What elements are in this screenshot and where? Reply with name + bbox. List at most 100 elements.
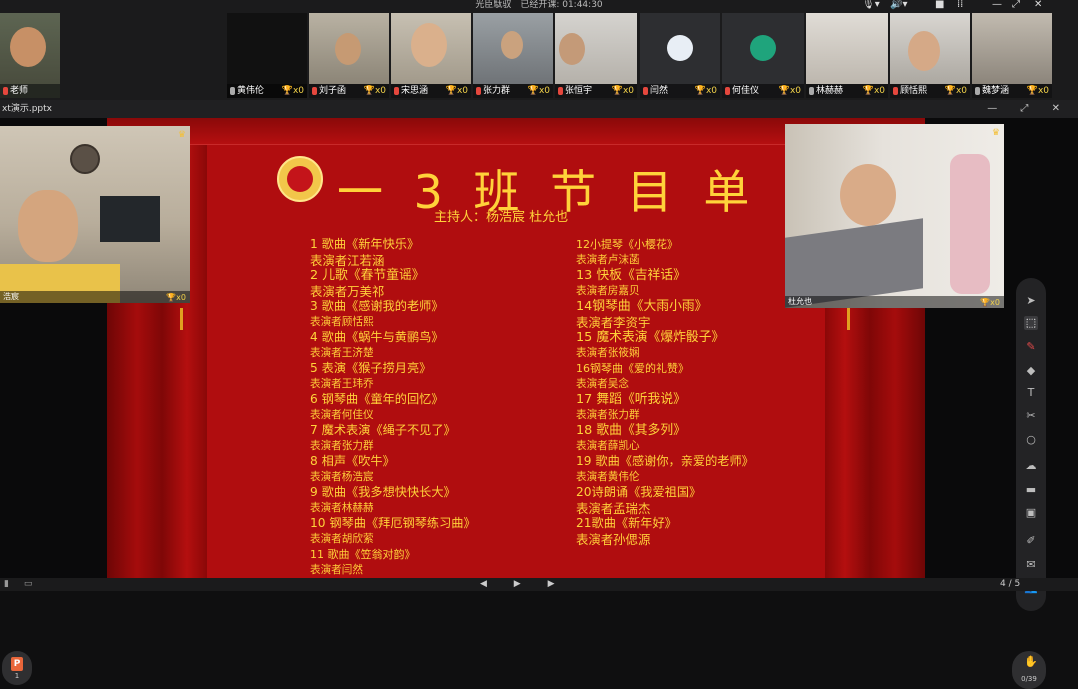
performer: 表演者房嘉贝 [576, 284, 640, 297]
program-item: 19 歌曲《感谢你，亲爱的老师》 [576, 454, 754, 468]
participant-tile[interactable]: 闫然 🏆x0 [640, 13, 720, 98]
participant-tile[interactable]: 宋思涵 🏆x0 [391, 13, 471, 98]
program-item: 2 儿歌《春节童谣》 [310, 268, 425, 283]
save-icon[interactable]: ▣ [1024, 506, 1038, 520]
program-item: 17 舞蹈《听我说》 [576, 392, 686, 407]
performer: 表演者王济楚 [310, 346, 374, 359]
performer: 表演者万美祁 [310, 283, 385, 299]
slide-page-indicator: 4 / 5 [1000, 579, 1021, 589]
document-titlebar: xt演示.pptx — ⤢ ✕ [0, 100, 1078, 118]
lantern-decoration [847, 308, 850, 330]
program-item: 1 歌曲《新年快乐》 [310, 237, 420, 251]
hand-icon: ✋ [1024, 655, 1038, 668]
camera-icon[interactable]: ■ [935, 0, 944, 10]
program-item: 7 魔术表演《绳子不见了》 [310, 423, 456, 437]
doc-close-button[interactable]: ✕ [1052, 103, 1070, 114]
mic-muted-icon [3, 87, 8, 95]
program-item: 18 歌曲《其多列》 [576, 423, 686, 438]
participant-tile[interactable]: 顾恬熙 🏆x0 [890, 13, 970, 98]
participant-name: 浩宸 [3, 292, 19, 301]
eraser-icon[interactable]: ◆ [1024, 364, 1038, 378]
performer: 表演者黄伟伦 [576, 470, 640, 483]
participant-tile[interactable]: 魏梦涵 🏆x0 [972, 13, 1052, 98]
chat-icon[interactable]: ✉ [1024, 558, 1038, 572]
trophy-icon: 🏆x0 [281, 86, 304, 96]
participant-tile[interactable]: 黄伟伦 🏆x0 [227, 13, 307, 98]
document-title: xt演示.pptx [2, 104, 52, 114]
program-item: 14钢琴曲《大雨小雨》 [576, 299, 708, 314]
ppt-icon: P [11, 657, 23, 671]
person [18, 190, 78, 262]
doc-maximize-button[interactable]: ⤢ [1020, 103, 1038, 114]
school-emblem-icon [277, 156, 323, 202]
speaker-icon[interactable]: 🔊▾ [890, 0, 907, 10]
select-icon[interactable]: ⬚ [1024, 316, 1038, 330]
program-item: 21歌曲《新年好》 [576, 516, 677, 530]
program-item: 9 歌曲《我多想快快长大》 [310, 485, 456, 499]
class-status: 光臣駄驭 已经开课: 01:44:30 [475, 0, 603, 10]
performer: 表演者顾恬熙 [310, 315, 374, 328]
layout-icons[interactable]: ▮ ▭ [4, 578, 38, 591]
participant-tile[interactable]: 老师 [0, 13, 60, 98]
bottom-toolbar: ▮ ▭ ◀ ▶ ▶ 4 / 5 [0, 578, 1078, 591]
webcam-window-right[interactable]: ♛ 杜允也 🏆x0 [785, 124, 1004, 308]
program-item: 8 相声《吹牛》 [310, 454, 395, 468]
performer: 表演者闫然 [310, 563, 363, 576]
doc-minimize-button[interactable]: — [987, 103, 1007, 114]
page-counter-button[interactable]: ✋ 0/39 [1012, 651, 1046, 689]
shape-icon[interactable]: ○ [1024, 433, 1038, 447]
performer: 表演者江若涵 [310, 252, 385, 268]
text-icon[interactable]: T [1024, 386, 1038, 400]
avatar [750, 35, 776, 61]
program-item: 12小提琴《小樱花》 [576, 238, 678, 251]
program-item: 16钢琴曲《爱的礼赞》 [576, 362, 689, 375]
minimize-button[interactable]: — [992, 0, 1002, 10]
participant-tile[interactable]: 林赫赫 🏆x0 [806, 13, 888, 98]
trophy-icon: 🏆x0 [980, 298, 1000, 307]
participant-tile[interactable]: 刘子函 🏆x0 [309, 13, 389, 98]
paper-sheet [785, 218, 923, 308]
performer: 表演者杨浩宸 [310, 470, 374, 483]
slide-navigation[interactable]: ◀ ▶ ▶ [480, 578, 567, 591]
ppt-file-badge[interactable]: P 1 [2, 651, 32, 685]
program-item: 20诗朗诵《我爱祖国》 [576, 485, 702, 499]
crown-icon: ♛ [991, 128, 1000, 138]
trophy-icon: 🏆x0 [166, 293, 186, 302]
bottle [950, 154, 990, 294]
scissors-icon[interactable]: ✂ [1024, 409, 1038, 423]
close-button[interactable]: ✕ [1034, 0, 1042, 10]
program-list-left: 1 歌曲《新年快乐》 表演者江若涵 2 儿歌《春节童谣》 表演者万美祁 3 歌曲… [310, 237, 476, 578]
cloud-icon[interactable]: ☁ [1024, 459, 1038, 473]
avatar [667, 35, 693, 61]
lantern-decoration [180, 308, 183, 330]
grid-icon[interactable]: ⁞⁞ [957, 0, 963, 10]
program-item: 13 快板《吉祥话》 [576, 268, 686, 283]
performer: 表演者胡欣萦 [310, 532, 374, 545]
maximize-button[interactable]: ⤢ [1012, 0, 1020, 10]
performer: 表演者薛凯心 [576, 439, 640, 452]
mic-icon[interactable]: 🎙▾ [862, 0, 880, 10]
performer: 表演者张力群 [576, 408, 640, 421]
performer: 表演者吴念 [576, 377, 629, 390]
performer: 表演者卢沫菡 [576, 253, 640, 266]
wall-clock [70, 144, 100, 174]
presentation-stage: 一 3 班 节 目 单 主持人：杨浩宸 杜允也 1 歌曲《新年快乐》 表演者江若… [0, 118, 1078, 689]
program-item: 3 歌曲《感谢我的老师》 [310, 299, 444, 313]
toolbox-icon[interactable]: ▬ [1024, 483, 1038, 497]
participant-name: 杜允也 [788, 297, 812, 306]
program-item: 6 钢琴曲《童年的回忆》 [310, 392, 444, 406]
program-item: 15 魔术表演《爆炸骰子》 [576, 330, 725, 345]
pointer-icon[interactable]: ➤ [1024, 294, 1038, 308]
edit-icon[interactable]: ✐ [1024, 534, 1038, 548]
performer: 表演者张力群 [310, 439, 374, 452]
performer: 表演者王玮乔 [310, 377, 374, 390]
pen-icon[interactable]: ✎ [1024, 340, 1038, 354]
participant-tile[interactable]: 何佳仪 🏆x0 [722, 13, 804, 98]
participant-tile[interactable]: 张恒宇 🏆x0 [555, 13, 637, 98]
annotation-toolbar: ➤ ⬚ ✎ ◆ T ✂ ○ ☁ ▬ ▣ ✐ ✉ 👥 [1016, 278, 1046, 611]
performer: 表演者孟瑞杰 [576, 500, 651, 516]
webcam-window-left[interactable]: ♛ 浩宸 🏆x0 [0, 126, 190, 303]
document-window-controls[interactable]: — ⤢ ✕ [987, 100, 1070, 118]
program-item: 5 表演《猴子捞月亮》 [310, 361, 432, 375]
participant-tile[interactable]: 张力群 🏆x0 [473, 13, 553, 98]
